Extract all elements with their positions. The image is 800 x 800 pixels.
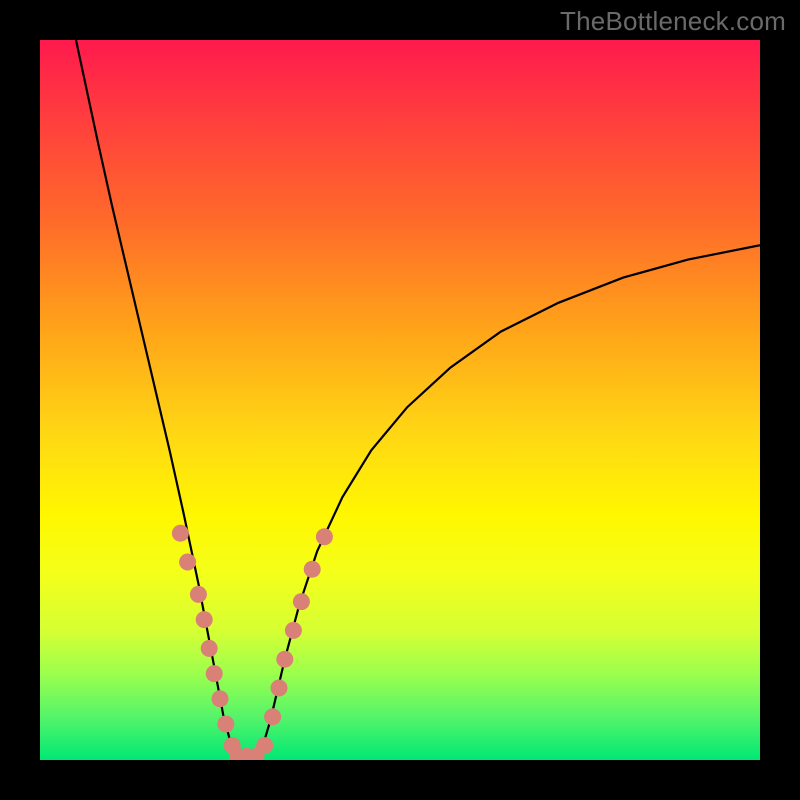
curve-layer bbox=[40, 40, 760, 760]
marker-group bbox=[172, 525, 333, 760]
data-marker bbox=[304, 561, 321, 578]
data-marker bbox=[206, 665, 223, 682]
chart-frame: TheBottleneck.com bbox=[0, 0, 800, 800]
plot-area bbox=[40, 40, 760, 760]
data-marker bbox=[256, 737, 273, 754]
data-marker bbox=[179, 554, 196, 571]
data-marker bbox=[212, 690, 229, 707]
data-marker bbox=[190, 586, 207, 603]
curve-right-branch bbox=[260, 245, 760, 756]
data-marker bbox=[276, 651, 293, 668]
watermark-text: TheBottleneck.com bbox=[560, 6, 786, 37]
data-marker bbox=[264, 708, 281, 725]
data-marker bbox=[316, 528, 333, 545]
data-marker bbox=[196, 611, 213, 628]
data-marker bbox=[217, 716, 234, 733]
data-marker bbox=[271, 680, 288, 697]
data-marker bbox=[293, 593, 310, 610]
data-marker bbox=[285, 622, 302, 639]
data-marker bbox=[172, 525, 189, 542]
data-marker bbox=[201, 640, 218, 657]
